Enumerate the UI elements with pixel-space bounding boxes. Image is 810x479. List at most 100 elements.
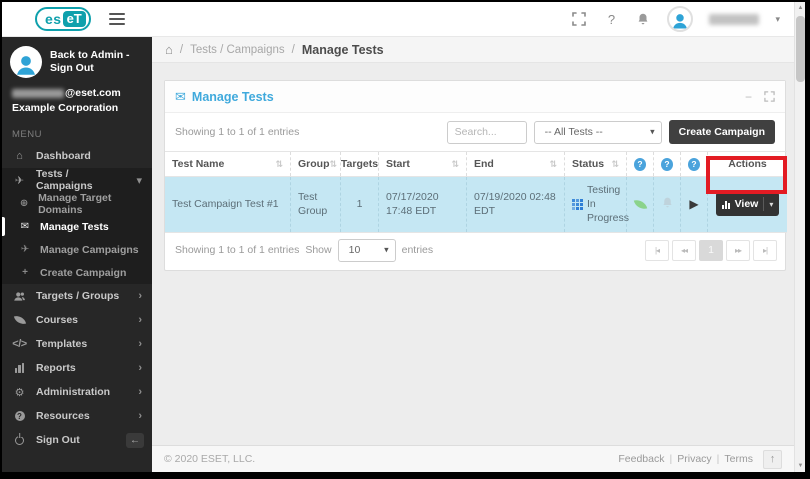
cell-targets: 1 — [341, 177, 379, 232]
sidebar-item-administration[interactable]: ⚙ Administration › — [2, 380, 152, 404]
table-row[interactable]: Test Campaign Test #1 Test Group 1 07/17… — [165, 176, 787, 233]
chevron-right-icon: › — [138, 290, 142, 303]
column-header-group[interactable]: Group ⇅ — [291, 152, 341, 176]
sidebar-item-manage-tests[interactable]: ✉ Manage Tests — [2, 215, 152, 238]
page-size-select[interactable]: 10 — [337, 238, 396, 262]
column-header-test-name[interactable]: Test Name ⇅ — [165, 152, 291, 176]
envelope-icon: ✉ — [175, 88, 186, 104]
sort-icon[interactable]: ⇅ — [451, 159, 459, 170]
view-button[interactable]: View ▾ — [715, 192, 780, 217]
expand-panel-icon[interactable] — [764, 91, 775, 102]
column-header-end[interactable]: End ⇅ — [467, 152, 565, 176]
help-icon[interactable]: ? — [661, 157, 673, 171]
sidebar-item-manage-target-domains[interactable]: ⊕ Manage Target Domains — [2, 192, 152, 216]
column-header-actions: Actions — [728, 158, 767, 170]
bell-icon — [661, 196, 674, 213]
chevron-right-icon: › — [138, 314, 142, 327]
cell-notify-icon[interactable] — [654, 177, 681, 232]
question-circle-icon: ? — [12, 411, 27, 422]
back-to-top-button[interactable]: ↑ — [763, 449, 782, 469]
hamburger-icon[interactable] — [108, 13, 125, 25]
sidebar-user-block: Back to Admin - Sign Out — [2, 37, 152, 84]
vertical-scrollbar[interactable]: ▲ ▼ — [794, 2, 805, 472]
privacy-link[interactable]: Privacy — [677, 453, 711, 465]
entries-label: entries — [401, 244, 434, 257]
scrollbar-thumb[interactable] — [796, 16, 805, 82]
pagination-prev-button[interactable]: ◂◂ — [672, 239, 696, 261]
terms-link[interactable]: Terms — [724, 453, 753, 465]
sidebar-item-courses[interactable]: Courses › — [2, 308, 152, 332]
back-to-admin-link[interactable]: Back to Admin - Sign Out — [50, 49, 144, 74]
pagination-page-1[interactable]: 1 — [699, 239, 723, 261]
power-icon — [12, 435, 27, 445]
chevron-right-icon: › — [138, 410, 142, 423]
panel-title: ✉ Manage Tests — [175, 88, 274, 104]
user-name-redacted[interactable] — [709, 13, 760, 25]
main-content: ✉ Manage Tests − Showing 1 to 1 of 1 ent… — [152, 63, 794, 445]
sidebar-item-resources[interactable]: ? Resources › — [2, 404, 152, 428]
top-bar: es eT ? ▾ — [2, 2, 794, 37]
globe-icon: ⊕ — [19, 198, 29, 210]
sidebar-item-tests-campaigns[interactable]: ✈ Tests / Campaigns ▾ — [2, 168, 152, 192]
copyright-text: © 2020 ESET, LLC. — [164, 453, 256, 465]
scroll-up-icon[interactable]: ▲ — [795, 2, 805, 14]
column-header-help-1: ? — [627, 152, 654, 176]
sidebar-item-targets-groups[interactable]: Targets / Groups › — [2, 284, 152, 308]
column-header-start[interactable]: Start ⇅ — [379, 152, 467, 176]
sidebar: Back to Admin - Sign Out @eset.com Examp… — [2, 37, 152, 472]
bell-icon[interactable] — [635, 11, 651, 27]
pagination: |◂ ◂◂ 1 ▸▸ ▸| — [645, 239, 777, 261]
pagination-next-button[interactable]: ▸▸ — [726, 239, 750, 261]
user-avatar[interactable] — [667, 6, 694, 32]
logo-text-right: eT — [62, 11, 86, 27]
sort-icon[interactable]: ⇅ — [549, 159, 557, 170]
chart-icon — [12, 363, 27, 374]
cell-start: 07/17/2020 17:48 EDT — [379, 177, 467, 232]
leaf-icon — [633, 197, 647, 211]
cell-play[interactable]: ▶ — [681, 177, 708, 232]
tests-campaigns-group: ✈ Tests / Campaigns ▾ ⊕ Manage Target Do… — [2, 168, 152, 285]
user-menu-caret-icon[interactable]: ▾ — [775, 14, 780, 25]
test-filter-select-wrap: -- All Tests -- — [533, 120, 662, 144]
page-size-select-wrap: 10 — [337, 238, 396, 262]
sort-icon[interactable]: ⇅ — [611, 159, 619, 170]
eset-logo[interactable]: es eT — [35, 7, 91, 31]
pagination-first-button[interactable]: |◂ — [645, 239, 669, 261]
sidebar-item-reports[interactable]: Reports › — [2, 356, 152, 380]
chevron-down-icon: ▾ — [136, 174, 142, 187]
play-icon[interactable]: ▶ — [689, 196, 698, 212]
help-icon[interactable]: ? — [634, 157, 646, 171]
home-icon[interactable]: ⌂ — [165, 43, 173, 56]
sort-icon[interactable]: ⇅ — [275, 159, 283, 170]
users-icon — [12, 290, 27, 303]
collapse-panel-icon[interactable]: − — [745, 90, 752, 104]
column-header-targets[interactable]: Targets — [341, 152, 379, 176]
send-icon: ✈ — [20, 244, 30, 256]
fullscreen-icon[interactable] — [571, 11, 587, 27]
email-prefix-redacted — [12, 88, 64, 98]
scroll-down-icon[interactable]: ▼ — [795, 460, 805, 472]
cell-phish-icon[interactable] — [627, 177, 654, 232]
sidebar-item-manage-campaigns[interactable]: ✈ Manage Campaigns — [2, 238, 152, 261]
cell-actions: View ▾ — [708, 177, 787, 232]
table-footer: Showing 1 to 1 of 1 entries Show 10 entr… — [165, 233, 787, 270]
cell-end: 07/19/2020 02:48 EDT — [467, 177, 565, 232]
sidebar-item-dashboard[interactable]: ⌂ Dashboard — [2, 144, 152, 168]
sort-icon[interactable]: ⇅ — [330, 159, 338, 170]
feedback-link[interactable]: Feedback — [618, 453, 664, 465]
breadcrumb-section[interactable]: Tests / Campaigns — [190, 44, 285, 56]
help-icon[interactable]: ? — [688, 157, 700, 171]
sidebar-item-create-campaign[interactable]: + Create Campaign — [2, 261, 152, 284]
sidebar-collapse-button[interactable]: ← — [126, 433, 144, 448]
create-campaign-button[interactable]: Create Campaign — [668, 120, 775, 144]
view-dropdown-caret-icon[interactable]: ▾ — [769, 200, 773, 209]
dashboard-icon: ⌂ — [16, 150, 23, 163]
chevron-right-icon: › — [138, 362, 142, 375]
search-input[interactable] — [446, 120, 527, 144]
sidebar-item-templates[interactable]: </> Templates › — [2, 332, 152, 356]
test-filter-select[interactable]: -- All Tests -- — [533, 120, 662, 144]
column-header-status[interactable]: Status ⇅ — [565, 152, 627, 176]
menu-section-label: MENU — [12, 129, 42, 141]
pagination-last-button[interactable]: ▸| — [753, 239, 777, 261]
help-icon[interactable]: ? — [603, 11, 619, 27]
